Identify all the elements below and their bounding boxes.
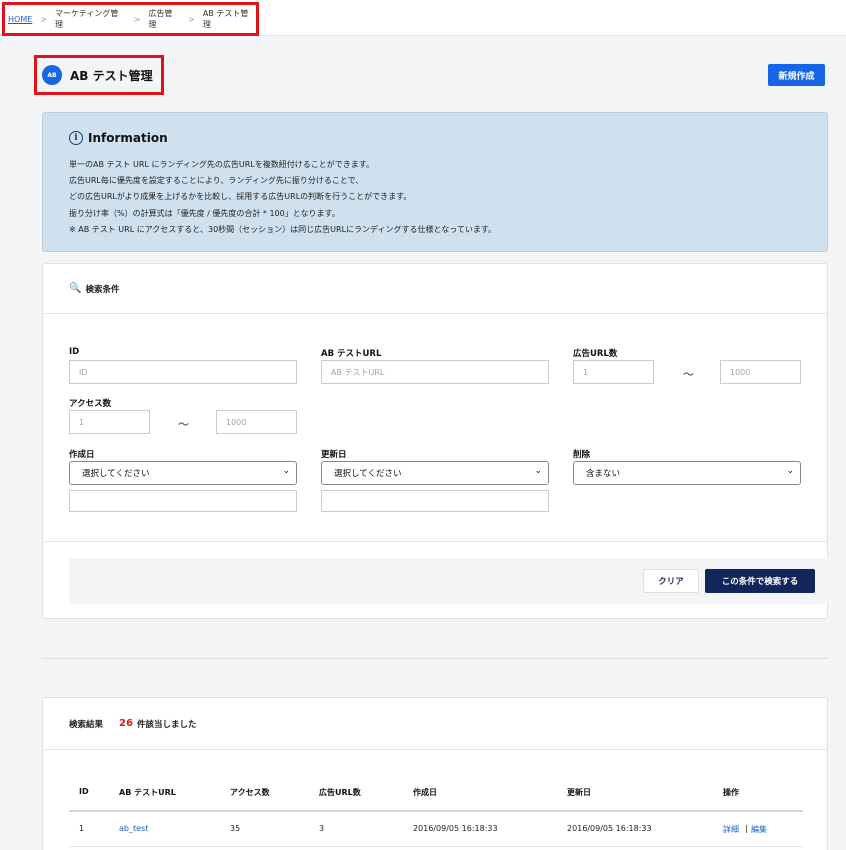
breadcrumb-item-ads[interactable]: 広告管理	[148, 8, 180, 30]
ops-separator: |	[745, 824, 748, 833]
updated-date-select-value: 選択してください	[334, 469, 402, 479]
information-title: Information	[88, 131, 168, 145]
breadcrumb-item-marketing[interactable]: マーケティング管理	[55, 8, 126, 30]
column-header-id[interactable]: ID	[79, 787, 89, 796]
results-count-suffix: 件該当しました	[136, 719, 197, 730]
created-date-select-value: 選択してください	[82, 469, 150, 479]
deleted-select-value: 含まない	[586, 469, 621, 479]
access-count-min-input[interactable]	[69, 410, 150, 434]
detail-link[interactable]: 詳細	[723, 824, 739, 835]
breadcrumb-home-link[interactable]: HOME	[8, 15, 32, 24]
info-text-line: 広告URL毎に優先度を設定することにより、ランディング先に振り分けることで、	[69, 176, 364, 186]
id-label: ID	[69, 347, 80, 357]
id-input[interactable]	[69, 360, 297, 384]
column-header-updated[interactable]: 更新日	[567, 787, 591, 798]
cell-updated: 2016/09/05 16:18:33	[567, 824, 652, 833]
breadcrumb-item-current: AB テスト管理	[202, 9, 249, 29]
access-count-max-input[interactable]	[216, 410, 297, 434]
row-divider	[69, 846, 803, 847]
breadcrumb-separator: >	[188, 14, 195, 24]
ad-url-count-label: 広告URL数	[573, 349, 618, 359]
clear-button[interactable]: クリア	[643, 569, 699, 593]
column-header-ab-url[interactable]: AB テストURL	[119, 787, 176, 798]
page-title-box: AB AB テスト管理	[34, 55, 164, 95]
info-icon: i	[69, 131, 83, 145]
created-date-label: 作成日	[69, 450, 95, 460]
breadcrumb: HOME > マーケティング管理 > 広告管理 > AB テスト管理	[2, 2, 259, 36]
info-text-line: 振り分け率（%）の計算式は「優先度 / 優先度の合計 * 100」となります。	[69, 208, 340, 218]
search-conditions-title: 検索条件	[85, 284, 120, 295]
column-header-ad-url-count[interactable]: 広告URL数	[319, 787, 361, 798]
search-icon: 🔍	[69, 283, 82, 294]
top-bar: HOME > マーケティング管理 > 広告管理 > AB テスト管理	[0, 0, 846, 36]
ad-url-count-max-input[interactable]	[720, 360, 801, 384]
search-results-card: 検索結果 26 件該当しました ID AB テストURL アクセス数 広告URL…	[42, 697, 828, 850]
deleted-select[interactable]: 含まない ⌄	[573, 461, 801, 485]
results-count: 26	[119, 718, 133, 729]
new-create-button[interactable]: 新規作成	[768, 64, 825, 86]
results-title: 検索結果	[69, 719, 104, 730]
table-header-divider	[69, 810, 803, 812]
column-header-operations: 操作	[723, 788, 739, 797]
search-submit-button[interactable]: この条件で検索する	[705, 569, 815, 593]
search-conditions-card: 🔍 検索条件 ID AB テストURL 広告URL数 〜 アクセス数 〜 作成日…	[42, 263, 829, 619]
divider	[43, 541, 827, 542]
ad-url-count-min-input[interactable]	[573, 360, 654, 384]
info-text-line: 単一のAB テスト URL にランディング先の広告URLを複数紐付けることができ…	[69, 160, 374, 169]
breadcrumb-separator: >	[40, 14, 47, 24]
search-button-area: クリア この条件で検索する	[69, 558, 829, 604]
updated-date-label: 更新日	[321, 450, 347, 460]
deleted-label: 削除	[573, 450, 591, 460]
cell-created: 2016/09/05 16:18:33	[413, 824, 498, 833]
info-text-line: ※ AB テスト URL にアクセスすると、30秒間（セッション）は同じ広告UR…	[69, 224, 497, 234]
created-date-input[interactable]	[69, 490, 297, 512]
search-conditions-header: 🔍 検索条件	[43, 264, 827, 314]
column-header-access[interactable]: アクセス数	[230, 787, 270, 798]
page-title: AB テスト管理	[70, 68, 153, 83]
cell-access: 35	[230, 824, 241, 833]
cell-ad-url-count: 3	[319, 824, 325, 833]
ab-url-label: AB テストURL	[321, 349, 382, 359]
range-separator: 〜	[178, 418, 189, 431]
chevron-down-icon: ⌄	[282, 466, 290, 476]
results-header: 検索結果 26 件該当しました	[43, 698, 827, 750]
section-divider	[42, 658, 828, 659]
chevron-down-icon: ⌄	[786, 466, 794, 476]
updated-date-input[interactable]	[321, 490, 549, 512]
information-panel: i Information 単一のAB テスト URL にランディング先の広告U…	[42, 112, 828, 252]
range-separator: 〜	[683, 368, 694, 381]
breadcrumb-separator: >	[133, 14, 141, 24]
ab-test-icon: AB	[42, 65, 62, 85]
updated-date-select[interactable]: 選択してください ⌄	[321, 461, 549, 485]
info-text-line: どの広告URLがより成果を上げるかを比較し、採用する広告URLの判断を行うことが…	[69, 192, 412, 202]
ab-url-input[interactable]	[321, 360, 549, 384]
cell-ab-url-link[interactable]: ab_test	[119, 824, 148, 833]
access-count-label: アクセス数	[69, 399, 112, 409]
edit-link[interactable]: 編集	[751, 824, 767, 835]
chevron-down-icon: ⌄	[534, 466, 542, 476]
ab-test-icon-text: AB	[47, 71, 57, 79]
cell-id: 1	[79, 824, 85, 833]
column-header-created[interactable]: 作成日	[413, 787, 437, 798]
created-date-select[interactable]: 選択してください ⌄	[69, 461, 297, 485]
